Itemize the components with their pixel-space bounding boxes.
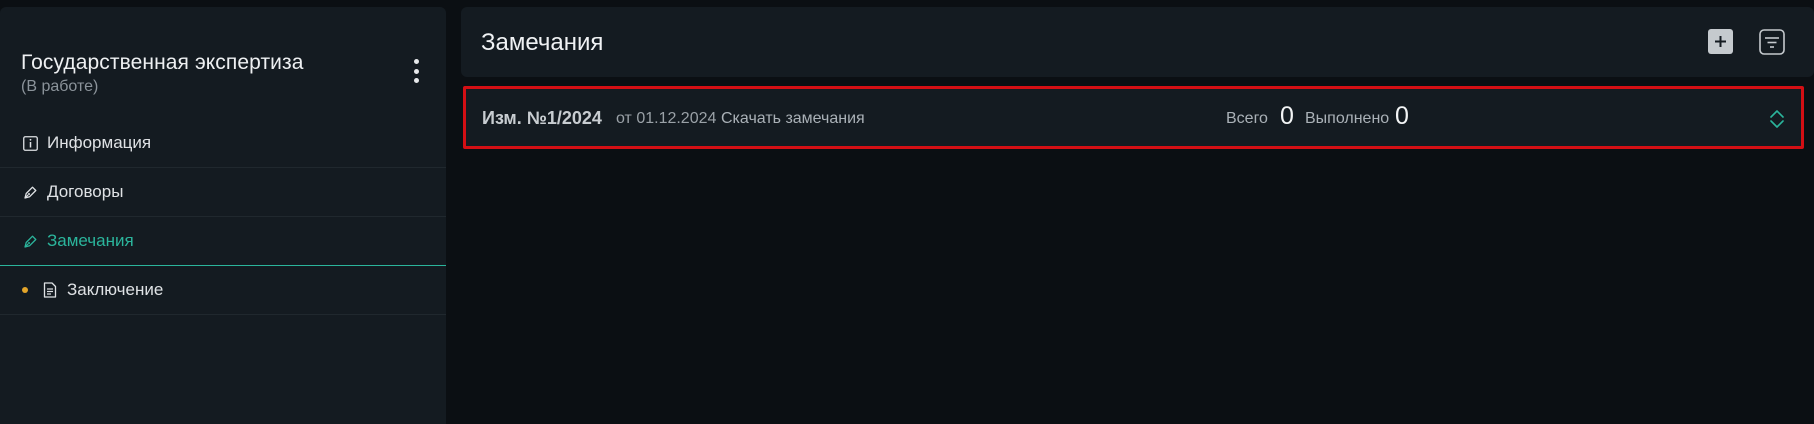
main-header: Замечания [461, 7, 1814, 77]
revision-number[interactable]: Изм. №1/2024 [482, 108, 602, 129]
pen-icon [22, 233, 38, 249]
sidebar-nav: Информация Договоры Замечания Заключение [0, 119, 446, 315]
status-dot [22, 287, 28, 293]
sidebar-item-remarks[interactable]: Замечания [0, 217, 446, 266]
sidebar-item-conclusion[interactable]: Заключение [0, 266, 446, 315]
more-menu-icon[interactable] [412, 59, 420, 83]
info-icon [22, 135, 38, 151]
remarks-revision-row[interactable]: Изм. №1/2024 от 01.12.2024 Скачать замеч… [463, 86, 1804, 149]
sidebar-item-label: Замечания [47, 231, 134, 250]
page-title: Замечания [481, 29, 604, 56]
download-remarks-link[interactable]: Скачать замечания [721, 110, 865, 128]
document-icon [42, 282, 58, 298]
plus-icon [1715, 36, 1726, 47]
expand-toggle-icon[interactable] [1769, 109, 1785, 129]
sidebar-header: Государственная экспертиза (В работе) [0, 7, 446, 119]
sidebar: Государственная экспертиза (В работе) Ин… [0, 7, 446, 424]
total-label: Всего [1226, 110, 1268, 127]
filter-icon [1759, 29, 1785, 55]
filter-button[interactable] [1758, 28, 1786, 56]
sidebar-item-label: Заключение [67, 280, 164, 299]
project-status: (В работе) [21, 78, 99, 95]
sidebar-item-label: Информация [47, 133, 152, 152]
done-count: 0 [1395, 102, 1409, 130]
revision-date: от 01.12.2024 [616, 110, 717, 127]
sidebar-item-contracts[interactable]: Договоры [0, 168, 446, 217]
sidebar-item-label: Договоры [47, 182, 124, 201]
project-title: Государственная экспертиза [21, 51, 304, 74]
done-label: Выполнено [1305, 110, 1390, 127]
add-button[interactable] [1708, 29, 1733, 54]
sidebar-item-information[interactable]: Информация [0, 119, 446, 168]
pen-icon [22, 184, 38, 200]
total-count: 0 [1280, 102, 1294, 130]
